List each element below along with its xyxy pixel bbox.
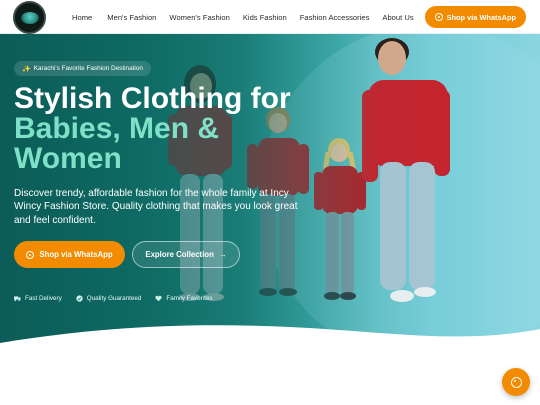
hero-shop-whatsapp-button[interactable]: Shop via WhatsApp: [14, 241, 125, 268]
explore-collection-label: Explore Collection: [145, 250, 214, 259]
hero-title-line-3: Women: [14, 142, 122, 175]
floating-whatsapp-button[interactable]: [502, 368, 530, 396]
header-shop-whatsapp-button[interactable]: Shop via WhatsApp: [424, 6, 526, 28]
feature-fast-delivery: Fast Delivery: [14, 295, 62, 302]
whatsapp-icon: [434, 13, 443, 21]
header-shop-whatsapp-label: Shop via WhatsApp: [446, 12, 516, 22]
hero-section: ✨ Karachi's Favorite Fashion Destination…: [0, 34, 540, 365]
arrow-right-icon: →: [218, 250, 227, 259]
next-section: [0, 365, 540, 405]
hero-title-line-1: Stylish Clothing for: [14, 82, 291, 115]
nav-home[interactable]: Home: [72, 13, 92, 22]
nav-mens-fashion[interactable]: Men's Fashion: [107, 13, 156, 22]
feature-fast-delivery-label: Fast Delivery: [25, 295, 62, 302]
feature-family-favorites-label: Family Favorites: [166, 295, 213, 302]
check-circle-icon: [76, 295, 83, 302]
hero-badge: ✨ Karachi's Favorite Fashion Destination: [14, 61, 151, 76]
hero-title-line-2: Babies, Men &: [14, 112, 220, 145]
feature-quality-guaranteed: Quality Guaranteed: [76, 295, 142, 302]
whatsapp-icon: [510, 376, 522, 388]
feature-family-favorites: Family Favorites: [155, 295, 213, 302]
nav-about-us[interactable]: About Us: [382, 13, 413, 22]
hero-features: Fast Delivery Quality Guaranteed Family …: [14, 295, 213, 302]
main-nav: Home Men's Fashion Women's Fashion Kids …: [72, 0, 427, 34]
whatsapp-icon: [26, 250, 35, 259]
hero-shop-whatsapp-label: Shop via WhatsApp: [39, 250, 113, 259]
hero-title: Stylish Clothing for Babies, Men & Women: [14, 84, 344, 174]
feature-quality-guaranteed-label: Quality Guaranteed: [86, 295, 142, 302]
hero-badge-text: Karachi's Favorite Fashion Destination: [33, 65, 143, 72]
explore-collection-button[interactable]: Explore Collection →: [132, 241, 240, 268]
site-header: Home Men's Fashion Women's Fashion Kids …: [0, 0, 540, 34]
hero-wave-divider: [0, 325, 540, 365]
sparkle-icon: ✨: [22, 65, 31, 73]
truck-icon: [14, 296, 21, 302]
logo[interactable]: [13, 1, 46, 34]
heart-icon: [155, 295, 162, 302]
nav-womens-fashion[interactable]: Women's Fashion: [169, 13, 229, 22]
nav-kids-fashion[interactable]: Kids Fashion: [243, 13, 287, 22]
hero-description: Discover trendy, affordable fashion for …: [14, 188, 298, 226]
nav-fashion-accessories[interactable]: Fashion Accessories: [300, 13, 370, 22]
logo-emblem: [21, 12, 39, 24]
